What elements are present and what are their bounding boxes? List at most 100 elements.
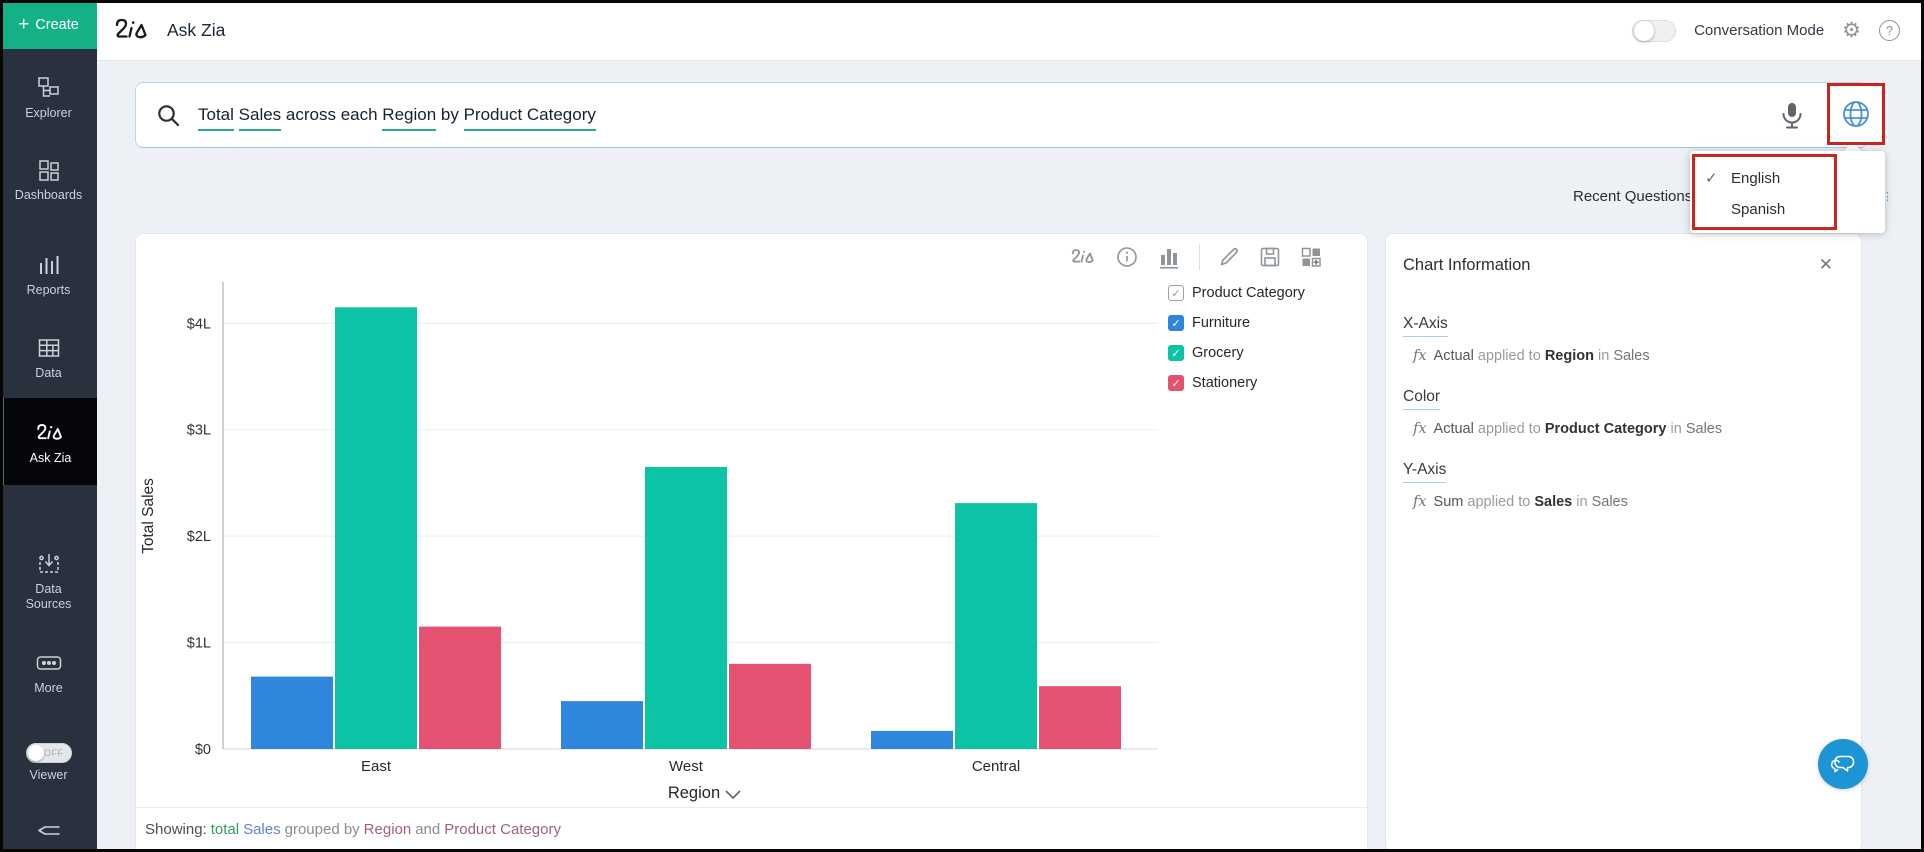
viewer-toggle[interactable]: OFF — [26, 743, 72, 763]
sidebar-item-data-sources[interactable]: DataSources — [0, 551, 97, 612]
x-tick-label: West — [669, 758, 704, 775]
globe-language-icon[interactable] — [1840, 98, 1872, 130]
y-tick-label: $4L — [187, 316, 211, 332]
x-axis-field-dropdown[interactable]: Region — [668, 784, 740, 802]
data-sources-icon — [0, 551, 97, 577]
legend-item-stationery[interactable]: ✓Stationery — [1168, 368, 1305, 398]
bar-stationery-central[interactable] — [1039, 686, 1121, 749]
bar-grocery-west[interactable] — [645, 467, 727, 749]
search-query-input[interactable]: Total Sales across each Region by Produc… — [198, 105, 596, 125]
bar-stationery-east[interactable] — [419, 627, 501, 749]
collapse-sidebar-button[interactable] — [0, 818, 97, 844]
language-option-label: English — [1731, 170, 1780, 187]
legend-checkbox[interactable]: ✓ — [1168, 315, 1184, 331]
chart-toolbar — [1070, 244, 1323, 270]
sidebar-item-label: Data — [0, 366, 97, 381]
create-button-label: Create — [35, 17, 79, 33]
legend-checkbox[interactable]: ✓ — [1168, 345, 1184, 361]
sidebar-item-reports[interactable]: Reports — [0, 252, 97, 298]
showing-segment: Product Category — [444, 821, 561, 838]
fx-icon: fx — [1413, 494, 1427, 510]
sidebar-item-ask-zia[interactable]: Ask Zia — [0, 398, 97, 485]
language-option-spanish[interactable]: Spanish — [1705, 194, 1865, 224]
chart-information-title: Chart Information — [1403, 256, 1844, 275]
bar-furniture-east[interactable] — [251, 677, 333, 749]
x-tick-label: Central — [972, 758, 1020, 775]
sidebar-item-explorer[interactable]: Explorer — [0, 75, 97, 121]
language-option-label: Spanish — [1731, 201, 1785, 218]
bar-chart[interactable]: $0$1L$2L$3L$4LEastWestCentralTotal Sales… — [136, 274, 1176, 834]
bar-grocery-central[interactable] — [955, 503, 1037, 749]
explorer-icon — [0, 75, 97, 101]
zia-icon[interactable] — [1070, 246, 1098, 268]
language-option-english[interactable]: ✓ English — [1705, 163, 1865, 193]
bar-grocery-east[interactable] — [335, 307, 417, 749]
fx-icon: fx — [1413, 348, 1427, 364]
sidebar-item-label: More — [0, 681, 97, 696]
sidebar-item-dashboards[interactable]: Dashboards — [0, 157, 97, 203]
microphone-icon[interactable] — [1779, 101, 1805, 131]
y-axis-title: Total Sales — [140, 478, 157, 554]
viewer-toggle-knob — [28, 745, 44, 761]
showing-segment: grouped by — [285, 821, 360, 838]
toolbar-divider — [1199, 244, 1200, 270]
y-tick-label: $1L — [187, 636, 211, 652]
chat-assistant-button[interactable] — [1818, 739, 1868, 789]
legend-item-grocery[interactable]: ✓Grocery — [1168, 338, 1305, 368]
bar-stationery-west[interactable] — [729, 664, 811, 749]
query-token: Total — [198, 105, 234, 131]
info-section-heading-y-axis[interactable]: Y-Axis — [1403, 461, 1446, 483]
legend-checkbox[interactable]: ✓ — [1168, 285, 1184, 301]
add-to-dashboard-icon[interactable] — [1299, 245, 1323, 269]
dashboards-icon — [0, 157, 97, 183]
y-tick-label: $2L — [187, 529, 211, 545]
query-text: across each — [281, 105, 382, 124]
save-icon[interactable] — [1258, 245, 1282, 269]
showing-segment: Sales — [243, 821, 281, 838]
edit-pencil-icon[interactable] — [1217, 245, 1241, 269]
sidebar-item-label: Explorer — [0, 106, 97, 121]
recent-questions-label[interactable]: Recent Questions — [1573, 188, 1692, 205]
collapse-arrow-icon — [0, 818, 97, 844]
create-button[interactable]: + Create — [0, 0, 97, 49]
plus-icon: + — [18, 14, 29, 36]
info-section-detail: fxActual applied to Region in Sales — [1413, 348, 1844, 364]
ask-zia-icon — [4, 420, 97, 446]
help-icon[interactable]: ? — [1879, 20, 1900, 41]
sidebar-item-more[interactable]: More — [0, 650, 97, 696]
conversation-mode-toggle[interactable] — [1632, 20, 1676, 42]
ask-zia-search-bar[interactable]: Total Sales across each Region by Produc… — [135, 82, 1868, 148]
showing-summary: Showing:totalSalesgrouped byRegionandPro… — [136, 807, 1367, 851]
viewer-label: Viewer — [0, 768, 97, 783]
bar-furniture-central[interactable] — [871, 731, 953, 749]
viewer-toggle-state: OFF — [44, 748, 64, 758]
legend-label: Furniture — [1192, 315, 1250, 331]
info-section-heading-x-axis[interactable]: X-Axis — [1403, 315, 1448, 337]
toggle-knob — [1634, 21, 1654, 41]
info-section-heading-color[interactable]: Color — [1403, 388, 1440, 410]
sidebar-item-label: Dashboards — [0, 188, 97, 203]
query-text: by — [436, 105, 463, 124]
query-token: Region — [382, 105, 436, 131]
query-token: Sales — [239, 105, 282, 131]
page-title: Ask Zia — [167, 20, 225, 41]
zia-logo-icon — [113, 16, 153, 44]
chart-type-icon[interactable] — [1156, 244, 1182, 270]
legend-checkbox[interactable]: ✓ — [1168, 375, 1184, 391]
legend-item-furniture[interactable]: ✓ Furniture — [1168, 308, 1305, 338]
sidebar-item-data[interactable]: Data — [0, 335, 97, 381]
close-icon[interactable]: ✕ — [1819, 256, 1833, 273]
chart-card: $0$1L$2L$3L$4LEastWestCentralTotal Sales… — [135, 233, 1368, 852]
chart-legend: ✓Product Category✓Furniture✓Grocery✓Stat… — [1168, 278, 1305, 398]
legend-header-product-category[interactable]: ✓Product Category — [1168, 278, 1305, 308]
info-icon[interactable] — [1115, 245, 1139, 269]
sidebar-item-label: Ask Zia — [4, 451, 97, 466]
app-header: Ask Zia Conversation Mode ⚙ ? — [97, 0, 1924, 61]
showing-segment: Showing: — [145, 821, 207, 838]
search-icon — [156, 103, 182, 129]
showing-segment: total — [211, 821, 239, 838]
settings-gear-icon[interactable]: ⚙ — [1842, 20, 1861, 41]
bar-furniture-west[interactable] — [561, 701, 643, 749]
x-axis-field-label: Region — [668, 784, 720, 802]
showing-segment: Region — [364, 821, 412, 838]
